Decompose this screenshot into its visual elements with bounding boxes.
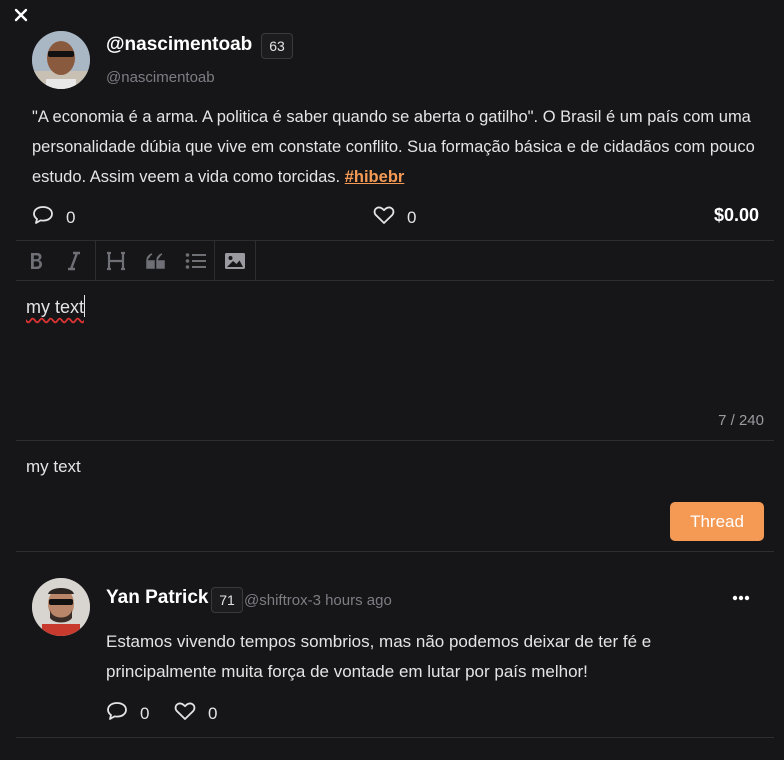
avatar[interactable]: [32, 31, 90, 89]
heart-icon: [174, 701, 196, 726]
heart-icon: [373, 205, 395, 230]
post-author-name[interactable]: @nascimentoab: [106, 34, 252, 56]
image-icon[interactable]: [215, 241, 255, 280]
post-editor[interactable]: my text: [26, 295, 766, 395]
comment-icon: [32, 205, 54, 230]
hashtag-link[interactable]: #hibebr: [345, 168, 405, 186]
reputation-badge: 63: [261, 33, 293, 59]
reply-author-handle[interactable]: @shiftrox-3 hours ago: [244, 592, 392, 609]
like-button[interactable]: 0: [174, 701, 217, 726]
comment-button[interactable]: 0: [32, 205, 75, 230]
editor-preview: my text: [26, 457, 81, 476]
text-caret: [84, 295, 86, 317]
editor-toolbar: [16, 241, 774, 281]
like-count: 0: [407, 207, 417, 227]
reply-actions: 0 0: [106, 701, 306, 725]
reply-author-name[interactable]: Yan Patrick: [106, 587, 208, 609]
post-value: $0.00: [713, 205, 759, 225]
comment-icon: [106, 701, 128, 726]
editor-text: my text: [26, 297, 85, 317]
more-options-icon[interactable]: [728, 588, 754, 608]
thread-button[interactable]: Thread: [670, 502, 764, 541]
divider: [16, 737, 774, 738]
bold-icon[interactable]: [16, 241, 56, 280]
like-button[interactable]: 0: [373, 205, 416, 230]
comment-count: 0: [66, 207, 76, 227]
post-actions: 0 0 $0.00: [0, 200, 784, 232]
divider: [16, 551, 774, 552]
close-icon[interactable]: [10, 4, 32, 26]
heading-icon[interactable]: [96, 241, 136, 280]
divider: [16, 440, 774, 441]
avatar[interactable]: [32, 578, 90, 636]
comment-count: 0: [140, 703, 150, 723]
quote-icon[interactable]: [136, 241, 176, 280]
reply-body: Estamos vivendo tempos sombrios, mas não…: [106, 632, 652, 681]
post-author-handle[interactable]: @nascimentoab: [106, 69, 215, 86]
italic-icon[interactable]: [54, 241, 94, 280]
comment-button[interactable]: 0: [106, 701, 149, 726]
post-body: "A economia é a arma. A politica é saber…: [32, 102, 772, 192]
like-count: 0: [208, 703, 218, 723]
toolbar-separator: [255, 241, 256, 280]
reputation-badge: 71: [211, 587, 243, 613]
list-icon[interactable]: [176, 241, 216, 280]
character-counter: 7 / 240: [718, 412, 764, 429]
